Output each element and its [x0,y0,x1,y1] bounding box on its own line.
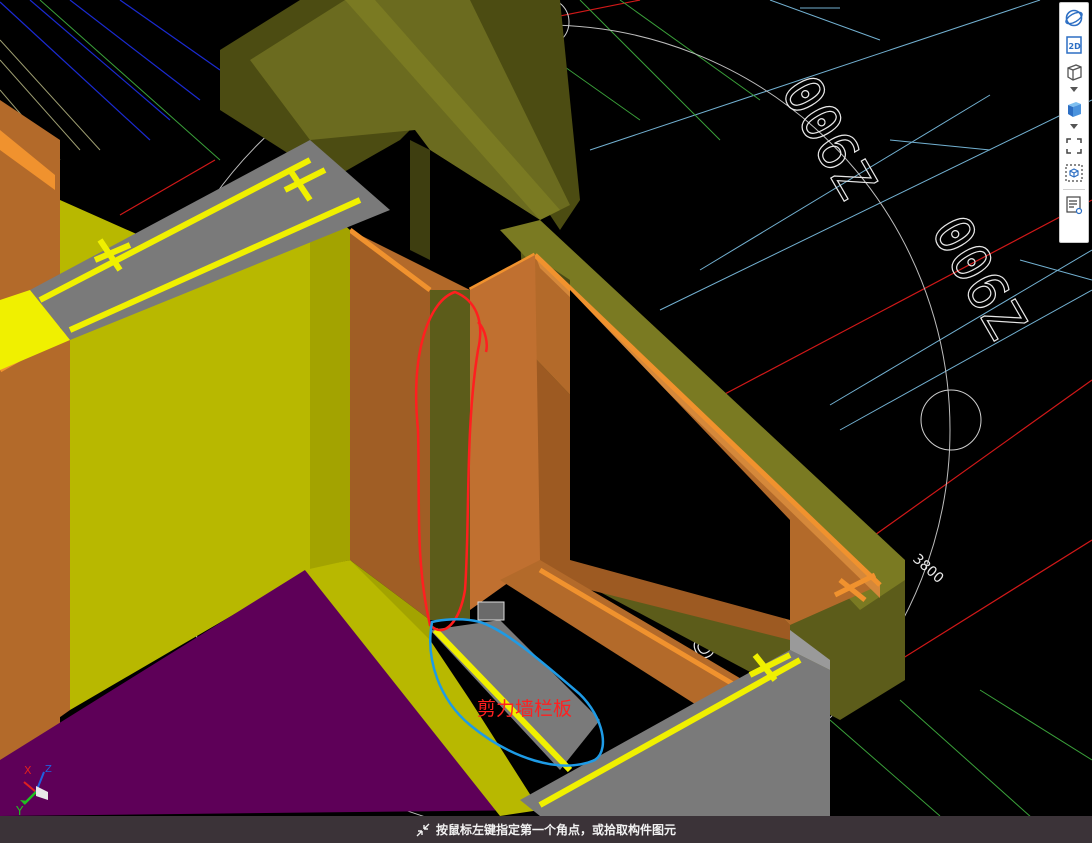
cube-select-button[interactable] [1061,161,1087,185]
orange-column-side [470,255,540,610]
yellow-wall-side [310,195,350,570]
hatch-element [477,601,505,621]
cube-solid-icon [1068,102,1081,117]
axis-cube [36,786,48,800]
shrink-arrows-icon [416,823,430,836]
x-axis-line [23,781,37,793]
view-2d-icon: 2D [1066,36,1082,54]
svg-text:2D: 2D [1069,42,1082,51]
view-2d-button[interactable]: 2D [1061,33,1087,57]
property-view-icon [1066,196,1083,215]
dropdown-caret-icon [1070,86,1078,92]
axis-indicator: X Z Y [15,764,52,818]
orbit-button[interactable] [1061,6,1087,30]
orbit-icon [1065,9,1083,27]
dropdown-caret-icon [1070,123,1078,129]
status-message: 按鼠标左键指定第一个角点，或拾取构件图元 [435,823,676,837]
markup-annotation: 剪力墙栏板 [477,698,572,720]
fullscreen-icon [1066,138,1082,154]
z-axis-label: Z [45,764,52,775]
model-viewport[interactable]: 006Z 006Z 8 3800 [0,0,1092,843]
property-view-button[interactable] [1061,193,1087,217]
fullscreen-button[interactable] [1061,134,1087,158]
cube-outline-icon [1067,64,1082,81]
column-gap [430,290,470,620]
view-3d-wire-button[interactable] [1061,60,1087,84]
view-3d-wire-dropdown[interactable] [1061,84,1087,94]
cube-select-icon [1065,164,1083,182]
view-3d-solid-button[interactable] [1061,97,1087,121]
x-axis-label: X [24,764,32,777]
frame-post [410,140,430,260]
status-bar: 按鼠标左键指定第一个角点，或拾取构件图元 [0,816,1092,843]
left-orange-panel [0,320,70,760]
toolbar-separator [1063,189,1085,190]
view-toolbar: 2D [1059,2,1089,243]
view-3d-solid-dropdown[interactable] [1061,121,1087,131]
